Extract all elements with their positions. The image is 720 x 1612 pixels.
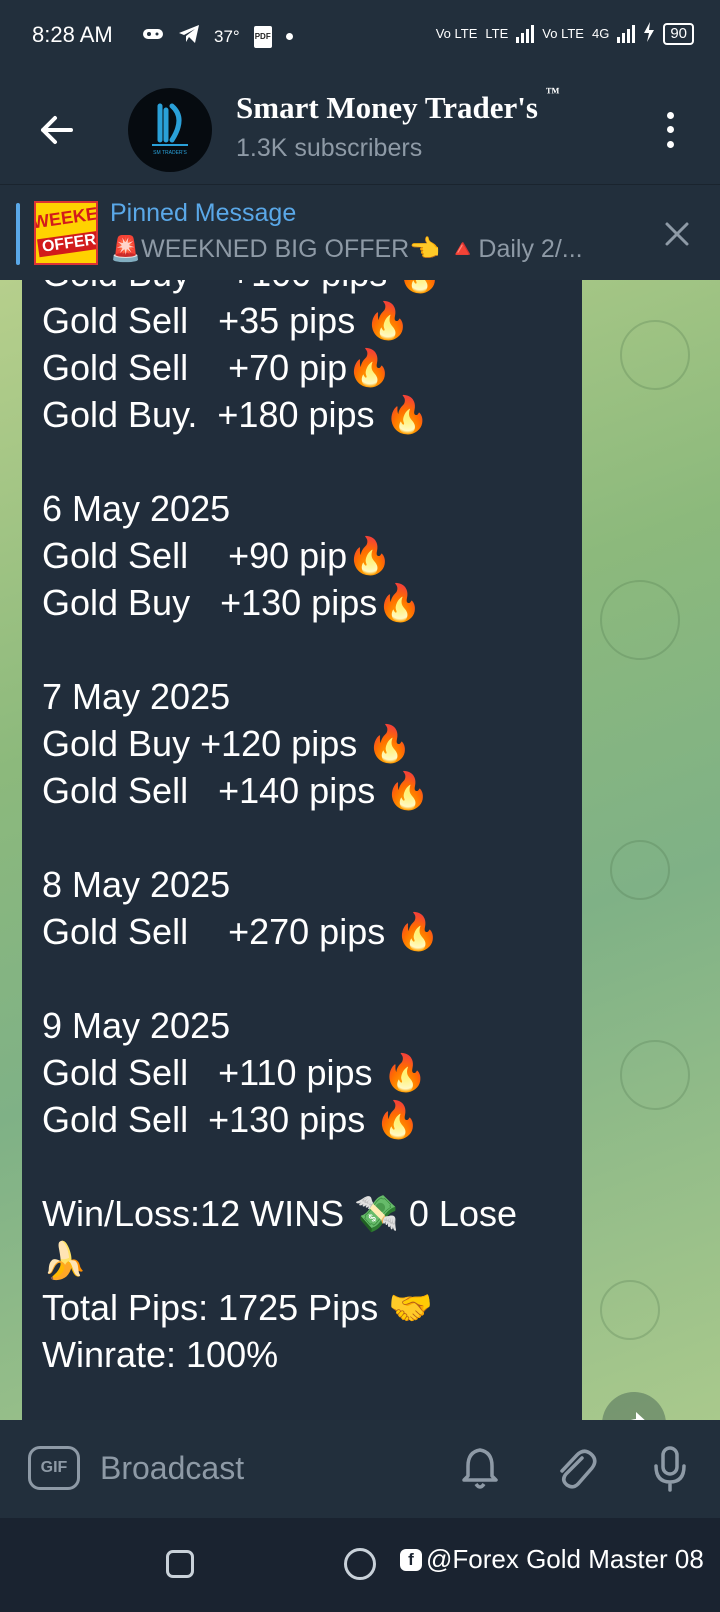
status-time: 8:28 AM bbox=[32, 22, 113, 47]
pinned-indicator bbox=[16, 203, 20, 265]
input-bar: GIF Broadcast bbox=[0, 1420, 720, 1518]
arrow-left-icon bbox=[41, 116, 73, 144]
message-line: Gold Sell +270 pips 🔥 bbox=[42, 911, 441, 952]
status-bar: 8:28 AM 37° PDF Vo LTE LTE Vo LTE 4G 90 bbox=[0, 0, 720, 78]
network-label-2: LTE bbox=[485, 26, 509, 41]
wallpaper-doodle bbox=[610, 840, 670, 900]
message-line: Gold Sell +35 pips 🔥 bbox=[42, 300, 411, 341]
notification-dot-icon bbox=[285, 33, 293, 40]
message-line: Gold Sell +110 pips 🔥 bbox=[42, 1052, 428, 1093]
message-line: Win/Loss:12 WINS 💸 0 Lose bbox=[42, 1193, 517, 1234]
more-vertical-icon bbox=[666, 111, 674, 119]
system-nav-bar: f @Forex Gold Master 08 bbox=[0, 1518, 720, 1612]
wallpaper-doodle bbox=[600, 580, 680, 660]
chat-area[interactable]: Gold Buy +100 pips 🔥 Gold Sell +35 pips 🔥… bbox=[0, 280, 720, 1420]
pinned-thumb-bottom: OFFER bbox=[37, 230, 96, 258]
wallpaper-doodle bbox=[620, 1040, 690, 1110]
message-line: Gold Sell +140 pips 🔥 bbox=[42, 770, 431, 811]
broadcast-input[interactable]: Broadcast bbox=[100, 1450, 244, 1487]
pinned-close-button[interactable] bbox=[662, 219, 692, 249]
attach-button[interactable] bbox=[552, 1444, 600, 1492]
voice-button[interactable] bbox=[646, 1444, 694, 1492]
message-line: 9 May 2025 bbox=[42, 1005, 231, 1046]
pinned-thumb-top: WEEKEN bbox=[34, 201, 98, 233]
share-button[interactable] bbox=[602, 1392, 666, 1420]
status-right: Vo LTE LTE Vo LTE 4G 90 bbox=[436, 22, 694, 45]
network-label-3: Vo LTE bbox=[542, 26, 584, 41]
pinned-message-bar[interactable]: WEEKEN OFFER Pinned Message 🚨WEEKNED BIG… bbox=[0, 184, 720, 280]
message-line: Gold Sell +90 pip🔥 bbox=[42, 535, 393, 576]
signal-icon bbox=[516, 24, 535, 43]
network-label-4: 4G bbox=[591, 26, 610, 41]
watermark-text: @Forex Gold Master 08 bbox=[426, 1544, 704, 1574]
avatar-text: SM TRADER'S bbox=[153, 150, 187, 156]
message-line: Gold Buy. +180 pips 🔥 bbox=[42, 394, 430, 435]
message-bubble[interactable]: Gold Buy +100 pips 🔥 Gold Sell +35 pips 🔥… bbox=[22, 280, 582, 1420]
home-button[interactable] bbox=[344, 1548, 376, 1580]
microphone-icon bbox=[654, 1446, 686, 1492]
battery-level: 90 bbox=[663, 22, 694, 45]
paperclip-icon bbox=[560, 1449, 597, 1489]
channel-avatar[interactable]: SM TRADER'S bbox=[128, 88, 212, 172]
recents-button[interactable] bbox=[166, 1550, 194, 1578]
back-button[interactable] bbox=[32, 106, 80, 154]
message-line: Total Pips: 1725 Pips 🤝 bbox=[42, 1287, 434, 1328]
mute-button[interactable] bbox=[456, 1444, 504, 1492]
temperature: 37° bbox=[214, 26, 240, 46]
gamepad-icon bbox=[142, 26, 164, 47]
message-line: Gold Buy +120 pips 🔥 bbox=[42, 723, 413, 764]
bell-icon bbox=[462, 1448, 498, 1489]
pinned-label: Pinned Message bbox=[110, 199, 297, 227]
subscriber-count: 1.3K subscribers bbox=[236, 134, 423, 162]
pinned-thumbnail: WEEKEN OFFER bbox=[34, 201, 98, 265]
pinned-text: 🚨WEEKNED BIG OFFER👈 🔺Daily 2/... bbox=[110, 235, 583, 263]
gif-button[interactable]: GIF bbox=[28, 1446, 80, 1490]
trademark-symbol: ™ bbox=[545, 86, 560, 101]
message-line: Gold Buy +100 pips 🔥 bbox=[42, 280, 582, 297]
share-icon bbox=[631, 1412, 645, 1420]
message-line: 8 May 2025 bbox=[42, 864, 231, 905]
message-line: Winrate: 100% bbox=[42, 1334, 279, 1375]
status-icons: 37° PDF bbox=[142, 24, 293, 49]
close-icon bbox=[665, 222, 689, 246]
channel-header: SM TRADER'S Smart Money Trader's ™ 1.3K … bbox=[0, 78, 720, 184]
watermark: f @Forex Gold Master 08 bbox=[400, 1544, 704, 1575]
facebook-icon: f bbox=[400, 1548, 422, 1571]
message-text: Gold Buy +100 pips 🔥 Gold Sell +35 pips 🔥… bbox=[42, 280, 582, 1378]
wallpaper-doodle bbox=[600, 1280, 660, 1340]
message-line: 🍌 bbox=[42, 1240, 87, 1281]
wallpaper-doodle bbox=[620, 320, 690, 390]
message-line: 6 May 2025 bbox=[42, 488, 231, 529]
message-line: Gold Sell +130 pips 🔥 bbox=[42, 1099, 421, 1140]
charging-icon bbox=[643, 22, 655, 45]
network-label-1: Vo LTE bbox=[435, 26, 478, 41]
pdf-icon: PDF bbox=[253, 25, 272, 48]
signal-icon-2 bbox=[617, 24, 636, 43]
channel-name: Smart Money Trader's bbox=[236, 90, 538, 125]
message-line: Gold Buy +130 pips🔥 bbox=[42, 582, 423, 623]
more-menu-button[interactable] bbox=[660, 108, 680, 152]
telegram-icon bbox=[178, 24, 200, 49]
channel-title[interactable]: Smart Money Trader's ™ bbox=[236, 86, 560, 126]
message-line: 7 May 2025 bbox=[42, 676, 231, 717]
message-line: Gold Sell +70 pip🔥 bbox=[42, 347, 393, 388]
